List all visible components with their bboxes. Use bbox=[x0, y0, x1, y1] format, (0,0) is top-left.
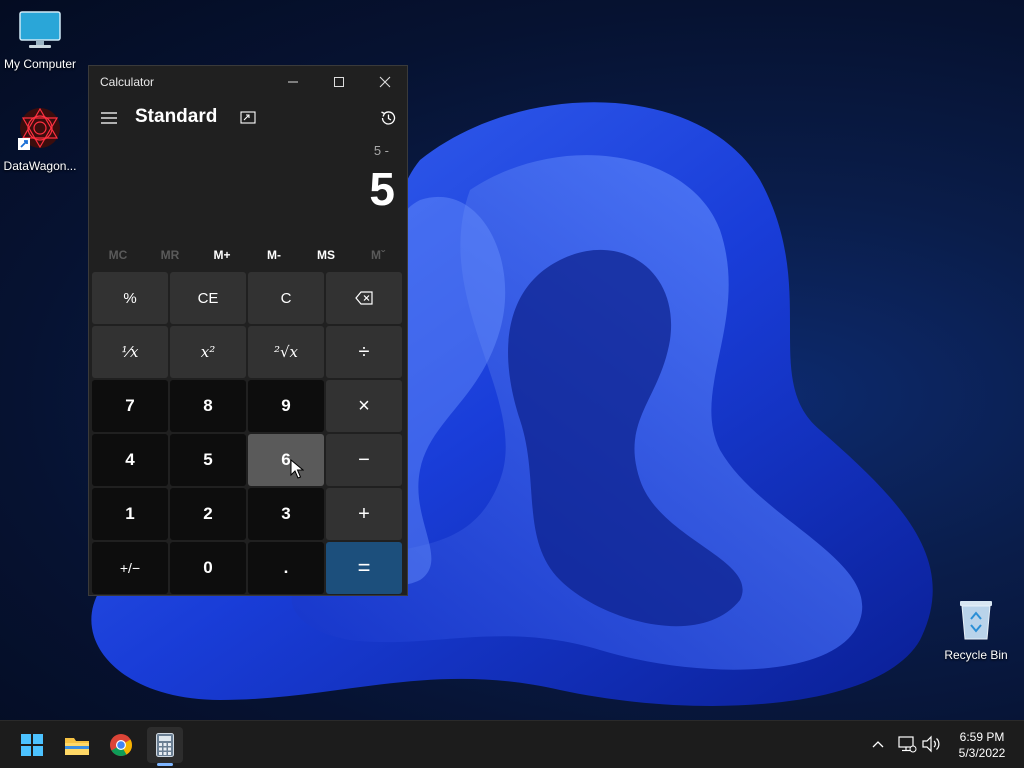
file-explorer-icon bbox=[65, 738, 89, 755]
memory-row: MC MR M+ M- MS Mˇ bbox=[92, 242, 404, 268]
square-key[interactable]: x² bbox=[170, 326, 246, 378]
desktop-icon-label: Recycle Bin bbox=[944, 648, 1008, 662]
calculator-icon bbox=[156, 733, 174, 757]
equals-key[interactable]: = bbox=[326, 542, 402, 594]
add-key[interactable]: + bbox=[326, 488, 402, 540]
network-icon[interactable] bbox=[897, 734, 917, 754]
digit-2-key[interactable]: 2 bbox=[170, 488, 246, 540]
percent-key[interactable]: % bbox=[92, 272, 168, 324]
calculator-taskbar-button[interactable] bbox=[147, 727, 183, 763]
backspace-icon bbox=[355, 291, 373, 305]
chrome-icon bbox=[110, 734, 132, 756]
clear-key[interactable]: C bbox=[248, 272, 324, 324]
mouse-cursor-icon bbox=[290, 459, 304, 479]
desktop-icon-recycle-bin[interactable]: Recycle Bin bbox=[936, 597, 1016, 662]
memory-store-button[interactable]: MS bbox=[300, 242, 352, 268]
digit-6-key[interactable]: 6 bbox=[248, 434, 324, 486]
desktop-icon-label: DataWagon... bbox=[3, 159, 77, 173]
square-root-key[interactable]: ²√x bbox=[248, 326, 324, 378]
calculator-window[interactable]: Calculator Standard 5 - 5 MC MR M+ M- MS… bbox=[88, 65, 408, 596]
close-button[interactable] bbox=[362, 66, 408, 98]
digit-9-key[interactable]: 9 bbox=[248, 380, 324, 432]
result-display: 5 bbox=[369, 163, 395, 215]
memory-clear-button[interactable]: MC bbox=[92, 242, 144, 268]
memory-recall-button[interactable]: MR bbox=[144, 242, 196, 268]
window-title: Calculator bbox=[100, 75, 155, 89]
digit-5-key[interactable]: 5 bbox=[170, 434, 246, 486]
negate-key[interactable]: +/− bbox=[92, 542, 168, 594]
clear-entry-key[interactable]: CE bbox=[170, 272, 246, 324]
maximize-icon bbox=[334, 77, 344, 87]
chrome-taskbar-button[interactable] bbox=[103, 727, 139, 763]
clock-time: 6:59 PM bbox=[959, 730, 1005, 744]
desktop-icon-datawagon[interactable]: DataWagon... bbox=[0, 106, 80, 173]
expression-display: 5 - bbox=[373, 143, 389, 158]
taskbar: 6:59 PM 5/3/2022 bbox=[0, 720, 1024, 768]
mode-title: Standard bbox=[135, 106, 218, 127]
keep-on-top-button[interactable] bbox=[235, 106, 261, 130]
show-hidden-icons-button[interactable] bbox=[869, 735, 887, 753]
start-button[interactable] bbox=[14, 727, 50, 763]
datawagon-icon bbox=[0, 106, 80, 155]
volume-icon[interactable] bbox=[921, 734, 941, 754]
title-bar[interactable]: Calculator bbox=[89, 66, 407, 98]
digit-0-key[interactable]: 0 bbox=[170, 542, 246, 594]
digit-3-key[interactable]: 3 bbox=[248, 488, 324, 540]
desktop-icon-my-computer[interactable]: My Computer bbox=[0, 10, 80, 71]
clock-date: 5/3/2022 bbox=[958, 746, 1006, 760]
divide-key[interactable]: ÷ bbox=[326, 326, 402, 378]
keep-on-top-icon bbox=[240, 111, 256, 124]
reciprocal-key[interactable]: ⅟x bbox=[92, 326, 168, 378]
memory-subtract-button[interactable]: M- bbox=[248, 242, 300, 268]
desktop-icon-label: My Computer bbox=[3, 57, 77, 71]
file-explorer-taskbar-button[interactable] bbox=[59, 727, 95, 763]
recycle-bin-icon bbox=[936, 597, 1016, 644]
close-icon bbox=[379, 76, 391, 88]
chevron-up-icon bbox=[872, 741, 884, 748]
keypad: % CE C ⅟x x² ²√x ÷ 7 8 9 × 4 5 6 − 1 2 3 bbox=[92, 272, 405, 594]
history-button[interactable] bbox=[375, 106, 401, 130]
clock[interactable]: 6:59 PM 5/3/2022 bbox=[950, 729, 1014, 761]
maximize-button[interactable] bbox=[316, 66, 362, 98]
subtract-key[interactable]: − bbox=[326, 434, 402, 486]
minimize-button[interactable] bbox=[270, 66, 316, 98]
backspace-key[interactable] bbox=[326, 272, 402, 324]
digit-8-key[interactable]: 8 bbox=[170, 380, 246, 432]
minimize-icon bbox=[288, 81, 298, 83]
navigation-menu-button[interactable] bbox=[97, 104, 121, 132]
monitor-icon bbox=[0, 10, 80, 53]
digit-4-key[interactable]: 4 bbox=[92, 434, 168, 486]
desktop: My Computer DataWagon... Recycle Bin Cal… bbox=[0, 0, 1024, 720]
decimal-key[interactable]: . bbox=[248, 542, 324, 594]
multiply-key[interactable]: × bbox=[326, 380, 402, 432]
hamburger-icon bbox=[101, 112, 117, 124]
history-icon bbox=[381, 111, 396, 125]
active-app-indicator bbox=[157, 763, 173, 766]
memory-list-button[interactable]: Mˇ bbox=[352, 242, 404, 268]
digit-1-key[interactable]: 1 bbox=[92, 488, 168, 540]
digit-7-key[interactable]: 7 bbox=[92, 380, 168, 432]
start-icon bbox=[21, 734, 43, 756]
memory-add-button[interactable]: M+ bbox=[196, 242, 248, 268]
